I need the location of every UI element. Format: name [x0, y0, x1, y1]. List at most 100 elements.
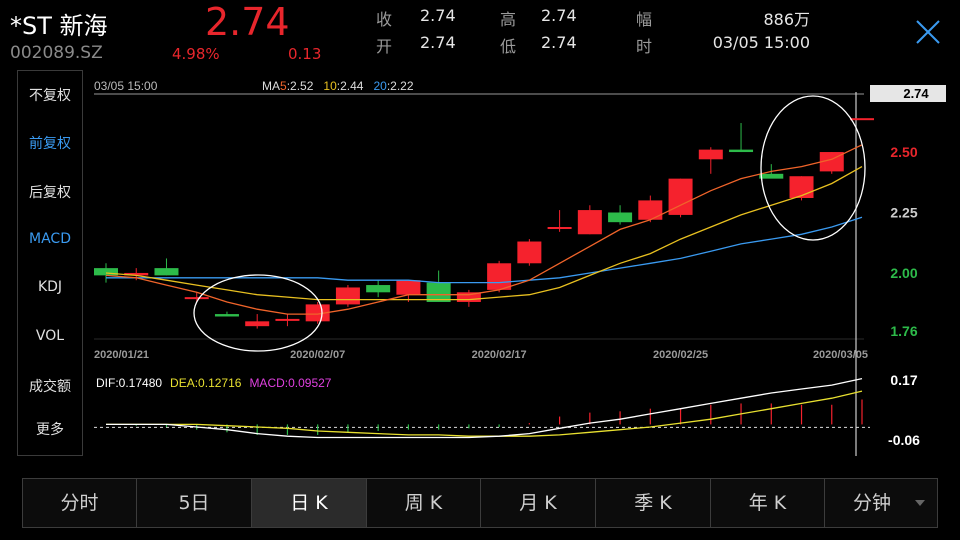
tab-yearly-k[interactable]: 年 K [711, 479, 825, 527]
price-tick-label: 1.76 [890, 323, 917, 339]
candle-body [729, 149, 754, 153]
quote-value-close: 2.74 [420, 6, 456, 25]
tab-weekly-k-label: 周 K [404, 492, 443, 514]
quote-value-low: 2.74 [541, 33, 577, 52]
ma10-line [105, 166, 863, 301]
change-amount: 0.13 [288, 45, 322, 63]
quote-value-amplitude: 886万 [763, 10, 810, 29]
candle-body [698, 149, 723, 160]
sidebar-item-backward-adjust[interactable]: 后复权 [18, 182, 82, 202]
sidebar-item-kdj[interactable]: KDJ [18, 279, 82, 295]
chevron-down-icon [915, 500, 925, 506]
candle-body [366, 285, 391, 293]
price-tick-label: 2.74 [903, 86, 929, 101]
tab-yearly-k-label: 年 K [748, 492, 787, 514]
highlight-circle-high [760, 95, 866, 241]
sidebar-item-forward-adjust[interactable]: 前复权 [18, 133, 82, 153]
macd-axis: 0.17 -0.06 [888, 372, 920, 448]
tab-monthly-k[interactable]: 月 K [481, 479, 596, 527]
tab-quarterly-k-label: 季 K [634, 492, 672, 514]
ma10-value: 2.44 [340, 79, 364, 93]
current-price: 2.74 [205, 0, 290, 44]
tab-quarterly-k[interactable]: 季 K [596, 479, 711, 527]
tab-intraday-label: 分时 [60, 492, 99, 514]
annotation-layer [193, 95, 866, 352]
stock-code: 002089.SZ [10, 43, 103, 63]
tab-daily-k[interactable]: 日 K [252, 479, 367, 527]
date-tick-label: 2020/02/17 [472, 349, 527, 361]
sidebar-item-vol[interactable]: VOL [18, 328, 82, 344]
tab-intraday[interactable]: 分时 [23, 479, 137, 527]
ma20-line [106, 216, 863, 284]
quote-label-high: 高 [500, 10, 517, 29]
chart-grid [94, 92, 864, 456]
candle-body [154, 268, 179, 276]
ma20-value: 2.22 [390, 79, 414, 93]
date-tick-label: 2020/03/05 [813, 349, 868, 361]
sidebar-item-turnover[interactable]: 成交额 [18, 376, 82, 396]
stock-name: *ST 新海 [10, 12, 108, 40]
candle-body [275, 318, 300, 321]
quote-label-time: 时 [636, 37, 653, 56]
candle-body [396, 280, 421, 295]
tab-minute[interactable]: 分钟 [825, 479, 937, 527]
quote-value-open: 2.74 [420, 33, 456, 52]
sidebar-item-macd[interactable]: MACD [18, 231, 82, 247]
candle-body [638, 200, 663, 220]
tab-weekly-k[interactable]: 周 K [367, 479, 481, 527]
candle-body [214, 314, 239, 317]
kline-chart[interactable]: 03/05 15:00 MA5:2.52 10:2.44 20:2.22 2.742… [86, 72, 960, 462]
quote-label-low: 低 [500, 37, 517, 56]
price-axis: 2.74 2.50 2.25 2.00 1.76 [870, 85, 946, 339]
sidebar-item-no-adjust[interactable]: 不复权 [18, 85, 82, 105]
quote-value-time: 03/05 15:00 [712, 33, 810, 52]
price-tick-label: 2.00 [890, 265, 917, 281]
candle-body [245, 321, 270, 327]
tab-monthly-k-label: 月 K [519, 492, 557, 514]
date-axis: 2020/01/21 2020/02/07 2020/02/17 2020/02/25… [94, 349, 868, 361]
quote-label-amplitude: 幅 [636, 10, 653, 29]
tab-5day[interactable]: 5日 [137, 479, 252, 527]
ma10-period: 10 [323, 79, 337, 93]
date-tick-label: 2020/01/21 [94, 349, 149, 361]
quote-label-open: 开 [376, 37, 393, 56]
crosshair-time-label: 03/05 15:00 [94, 79, 158, 93]
ma20-period: 20 [373, 79, 387, 93]
candle-body [577, 210, 602, 235]
period-tabs: 分时 5日 日 K 周 K 月 K 季 K 年 K 分钟 [22, 478, 938, 528]
date-tick-label: 2020/02/25 [653, 349, 708, 361]
candle-body [759, 173, 784, 179]
macd-tick-label: -0.06 [888, 432, 920, 448]
tab-minute-label: 分钟 [852, 492, 891, 514]
dif-legend: DIF:0.17480 [96, 376, 162, 390]
macd-legend-value: MACD:0.09527 [249, 376, 331, 390]
close-icon [916, 20, 940, 44]
ma-legend-prefix: MA [262, 79, 280, 93]
dea-legend: DEA:0.12716 [170, 376, 242, 390]
candle-body [850, 118, 874, 121]
date-tick-label: 2020/02/07 [290, 349, 345, 361]
candle-body [547, 227, 572, 230]
ma-legend: MA5:2.52 10:2.44 20:2.22 [262, 79, 414, 93]
tab-5day-label: 5日 [178, 492, 210, 514]
close-button[interactable] [912, 16, 944, 48]
price-tick-label: 2.25 [890, 205, 917, 221]
ma5-value: 2.52 [290, 79, 314, 93]
quote-value-high: 2.74 [541, 6, 577, 25]
highlight-circle-low [193, 274, 323, 352]
change-percent: 4.98% [172, 45, 220, 63]
candle-body [184, 297, 209, 300]
candle-body [789, 176, 814, 198]
candle-body [487, 263, 512, 290]
indicator-sidebar: 不复权 前复权 后复权 MACD KDJ VOL 成交额 更多 [17, 70, 83, 456]
tab-daily-k-label: 日 K [290, 492, 328, 514]
quote-label-close: 收 [376, 10, 393, 29]
candle-body [335, 287, 360, 305]
sidebar-item-more[interactable]: 更多 [18, 419, 82, 439]
macd-legend: DIF:0.17480 DEA:0.12716 MACD:0.09527 [96, 376, 332, 390]
candle-body [608, 212, 633, 223]
macd-tick-label: 0.17 [890, 372, 917, 388]
price-tick-label: 2.50 [890, 144, 917, 160]
candle-body [517, 241, 542, 264]
ma-lines-layer [105, 144, 863, 315]
